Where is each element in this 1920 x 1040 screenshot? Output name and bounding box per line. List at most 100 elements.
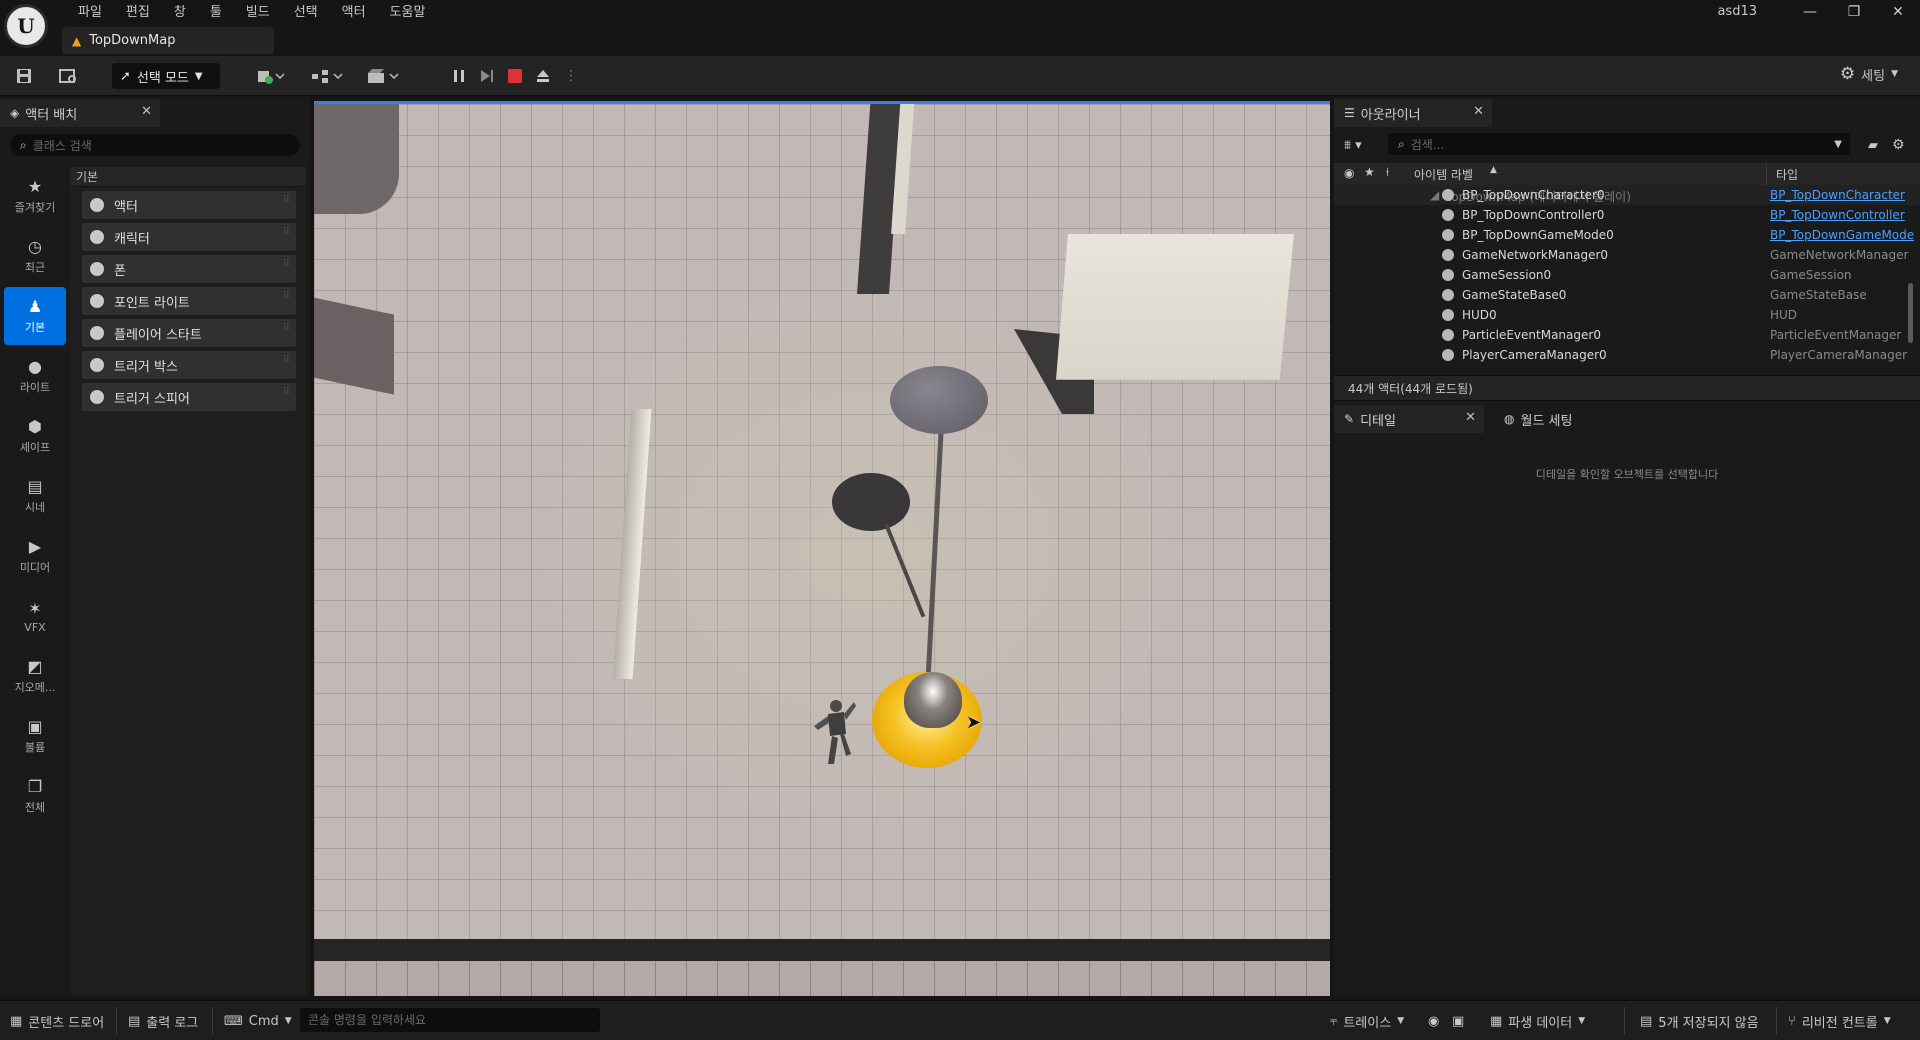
close-icon[interactable]: ✕ xyxy=(1473,104,1484,119)
add-folder-icon[interactable]: ▰ xyxy=(1868,133,1878,157)
tab-world-settings[interactable]: ◍ 월드 세팅 xyxy=(1494,405,1614,433)
restore-icon[interactable]: ❐ xyxy=(1832,0,1876,26)
menu-edit[interactable]: 편집 xyxy=(114,2,162,24)
outliner-scrollbar[interactable] xyxy=(1908,283,1913,343)
actor-icon xyxy=(1442,329,1454,341)
outliner-row[interactable]: GameNetworkManager0 GameNetworkManager xyxy=(1334,245,1920,265)
menu-file[interactable]: 파일 xyxy=(66,2,114,24)
category-favorites[interactable]: ★ 즐겨찾기 xyxy=(4,167,66,225)
tab-outliner-label: 아웃라이너 xyxy=(1360,107,1421,123)
lamp-shadow xyxy=(832,473,910,531)
visibility-icon[interactable]: ◉ xyxy=(1344,166,1354,180)
menu-select[interactable]: 선택 xyxy=(282,2,330,24)
pause-icon[interactable] xyxy=(448,65,470,87)
record-icon[interactable]: ◉ xyxy=(1428,1009,1439,1033)
drag-handle-icon[interactable]: ⠿ xyxy=(283,324,290,334)
close-icon[interactable]: ✕ xyxy=(141,104,152,119)
menu-help[interactable]: 도움말 xyxy=(378,2,438,24)
category-cinematic[interactable]: ▤ 시네 xyxy=(4,467,66,525)
trace-icon: ⫧ xyxy=(1330,1013,1338,1029)
star-icon[interactable]: ★ xyxy=(1364,165,1375,179)
place-actors-panel: ◈ 액터 배치 ✕ ⌕ 클래스 검색 ★ 즐겨찾기 ◷ 최근 ♟ 기본 ● 라이트 ⬢ 셰… xyxy=(0,97,310,997)
drag-handle-icon[interactable]: ⠿ xyxy=(283,388,290,398)
outliner-row[interactable]: ParticleEventManager0 ParticleEventManage… xyxy=(1334,325,1920,345)
settings-button[interactable]: ⚙ 세팅 ▼ xyxy=(1840,64,1898,84)
menu-window[interactable]: 창 xyxy=(162,2,198,24)
selection-mode-button[interactable]: ➚ 선택 모드 ▼ xyxy=(112,63,220,89)
outliner-row[interactable]: BP_TopDownCharacter0 BP_TopDownCharacter xyxy=(1334,185,1920,205)
close-icon[interactable]: ✕ xyxy=(1465,410,1476,425)
gear-icon[interactable]: ⚙ xyxy=(1892,133,1905,157)
drag-handle-icon[interactable]: ⠿ xyxy=(283,292,290,302)
unreal-logo-icon[interactable]: U xyxy=(4,4,48,48)
outliner-row[interactable]: HUD0 HUD xyxy=(1334,305,1920,325)
list-item-trigger-sphere[interactable]: 트리거 스피어 ⠿ xyxy=(82,383,296,411)
drag-handle-icon[interactable]: ⠿ xyxy=(283,356,290,366)
outliner-row[interactable]: BP_TopDownGameMode0 BP_TopDownGameMode xyxy=(1334,225,1920,245)
menu-actor[interactable]: 액터 xyxy=(330,2,378,24)
category-vfx[interactable]: ✶ VFX xyxy=(4,587,66,645)
outliner-row-label: PlayerCameraManager0 xyxy=(1462,348,1607,362)
clock-icon: ◷ xyxy=(28,237,42,256)
outliner-search-input[interactable]: ⌕ 검색... ▼ xyxy=(1388,133,1850,155)
category-recent[interactable]: ◷ 최근 xyxy=(4,227,66,285)
outliner-row-type[interactable]: BP_TopDownCharacter xyxy=(1770,188,1918,202)
column-type[interactable]: 타입 xyxy=(1776,166,1798,183)
outliner-row-type[interactable]: BP_TopDownController xyxy=(1770,208,1918,222)
list-item-trigger-box[interactable]: 트리거 박스 ⠿ xyxy=(82,351,296,379)
tab-details[interactable]: ✎ 디테일 ✕ xyxy=(1334,405,1484,433)
step-frame-icon[interactable] xyxy=(476,65,498,87)
category-media[interactable]: ▶ 미디어 xyxy=(4,527,66,585)
eject-icon[interactable] xyxy=(532,65,554,87)
category-lights[interactable]: ● 라이트 xyxy=(4,347,66,405)
filter-icon[interactable]: ⩩ ▾ xyxy=(1344,133,1362,157)
category-geometry[interactable]: ◩ 지오메... xyxy=(4,647,66,705)
save-icon[interactable] xyxy=(16,64,32,88)
menu-tools[interactable]: 툴 xyxy=(198,2,234,24)
revision-control-button[interactable]: ⑂ 리비전 컨트롤 ▼ xyxy=(1788,1009,1891,1033)
outliner-row[interactable]: BP_TopDownController0 BP_TopDownControlle… xyxy=(1334,205,1920,225)
content-drawer-button[interactable]: ▦ 콘텐츠 드로어 xyxy=(10,1009,104,1033)
class-search-input[interactable]: ⌕ 클래스 검색 xyxy=(10,134,300,156)
browse-icon[interactable] xyxy=(58,64,78,88)
trace-button[interactable]: ⫧ 트레이스 ▼ xyxy=(1330,1009,1404,1033)
close-icon[interactable]: ✕ xyxy=(1876,0,1920,26)
list-item-player-start[interactable]: 플레이어 스타트 ⠿ xyxy=(82,319,296,347)
drag-handle-icon[interactable]: ⠿ xyxy=(283,228,290,238)
outliner-row[interactable]: PlayerCameraManager0 PlayerCameraManager xyxy=(1334,345,1920,365)
drag-handle-icon[interactable]: ⠿ xyxy=(283,196,290,206)
column-item-label[interactable]: 아이템 라벨 xyxy=(1414,166,1473,183)
cinematics-icon[interactable] xyxy=(366,64,402,88)
outliner-row-type[interactable]: BP_TopDownGameMode xyxy=(1770,228,1918,242)
more-options-icon[interactable]: ⋮ xyxy=(560,65,582,87)
list-item-actor[interactable]: 액터 ⠿ xyxy=(82,191,296,219)
category-volumes[interactable]: ▣ 볼륨 xyxy=(4,707,66,765)
stop-icon[interactable] xyxy=(504,65,526,87)
pin-icon[interactable]: ⍿ xyxy=(1386,165,1389,180)
minimize-icon[interactable]: — xyxy=(1788,0,1832,26)
console-command-input[interactable]: 콘솔 명령을 입력하세요 xyxy=(300,1008,600,1032)
list-item-pawn[interactable]: 폰 ⠿ xyxy=(82,255,296,283)
unsaved-button[interactable]: ▤ 5개 저장되지 않음 xyxy=(1640,1009,1759,1033)
list-item-point-light[interactable]: 포인트 라이트 ⠿ xyxy=(82,287,296,315)
list-item-character[interactable]: 캐릭터 ⠿ xyxy=(82,223,296,251)
add-actor-icon[interactable] xyxy=(256,64,286,88)
menu-build[interactable]: 빌드 xyxy=(234,2,282,24)
tab-place-actors[interactable]: ◈ 액터 배치 ✕ xyxy=(0,99,160,127)
document-tab[interactable]: ▲ TopDownMap xyxy=(62,27,274,54)
outliner-row[interactable]: GameSession0 GameSession xyxy=(1334,265,1920,285)
category-all[interactable]: ❐ 전체 xyxy=(4,767,66,825)
outliner-row[interactable]: GameStateBase0 GameStateBase xyxy=(1334,285,1920,305)
drag-handle-icon[interactable]: ⠿ xyxy=(283,260,290,270)
blueprint-icon[interactable] xyxy=(310,64,346,88)
category-basic[interactable]: ♟ 기본 xyxy=(4,287,66,345)
tab-outliner[interactable]: ☰ 아웃라이너 ✕ xyxy=(1334,99,1492,127)
level-viewport[interactable]: ➤ xyxy=(314,101,1330,996)
camera-icon[interactable]: ▣ xyxy=(1452,1009,1464,1033)
category-shapes[interactable]: ⬢ 셰이프 xyxy=(4,407,66,465)
cmd-label: Cmd xyxy=(248,1013,279,1029)
output-log-button[interactable]: ▤ 출력 로그 xyxy=(128,1009,198,1033)
cmd-dropdown[interactable]: ⌨ Cmd ▼ xyxy=(224,1009,292,1033)
derived-data-button[interactable]: ▦ 파생 데이터 ▼ xyxy=(1490,1009,1585,1033)
search-icon: ⌕ xyxy=(20,137,27,152)
